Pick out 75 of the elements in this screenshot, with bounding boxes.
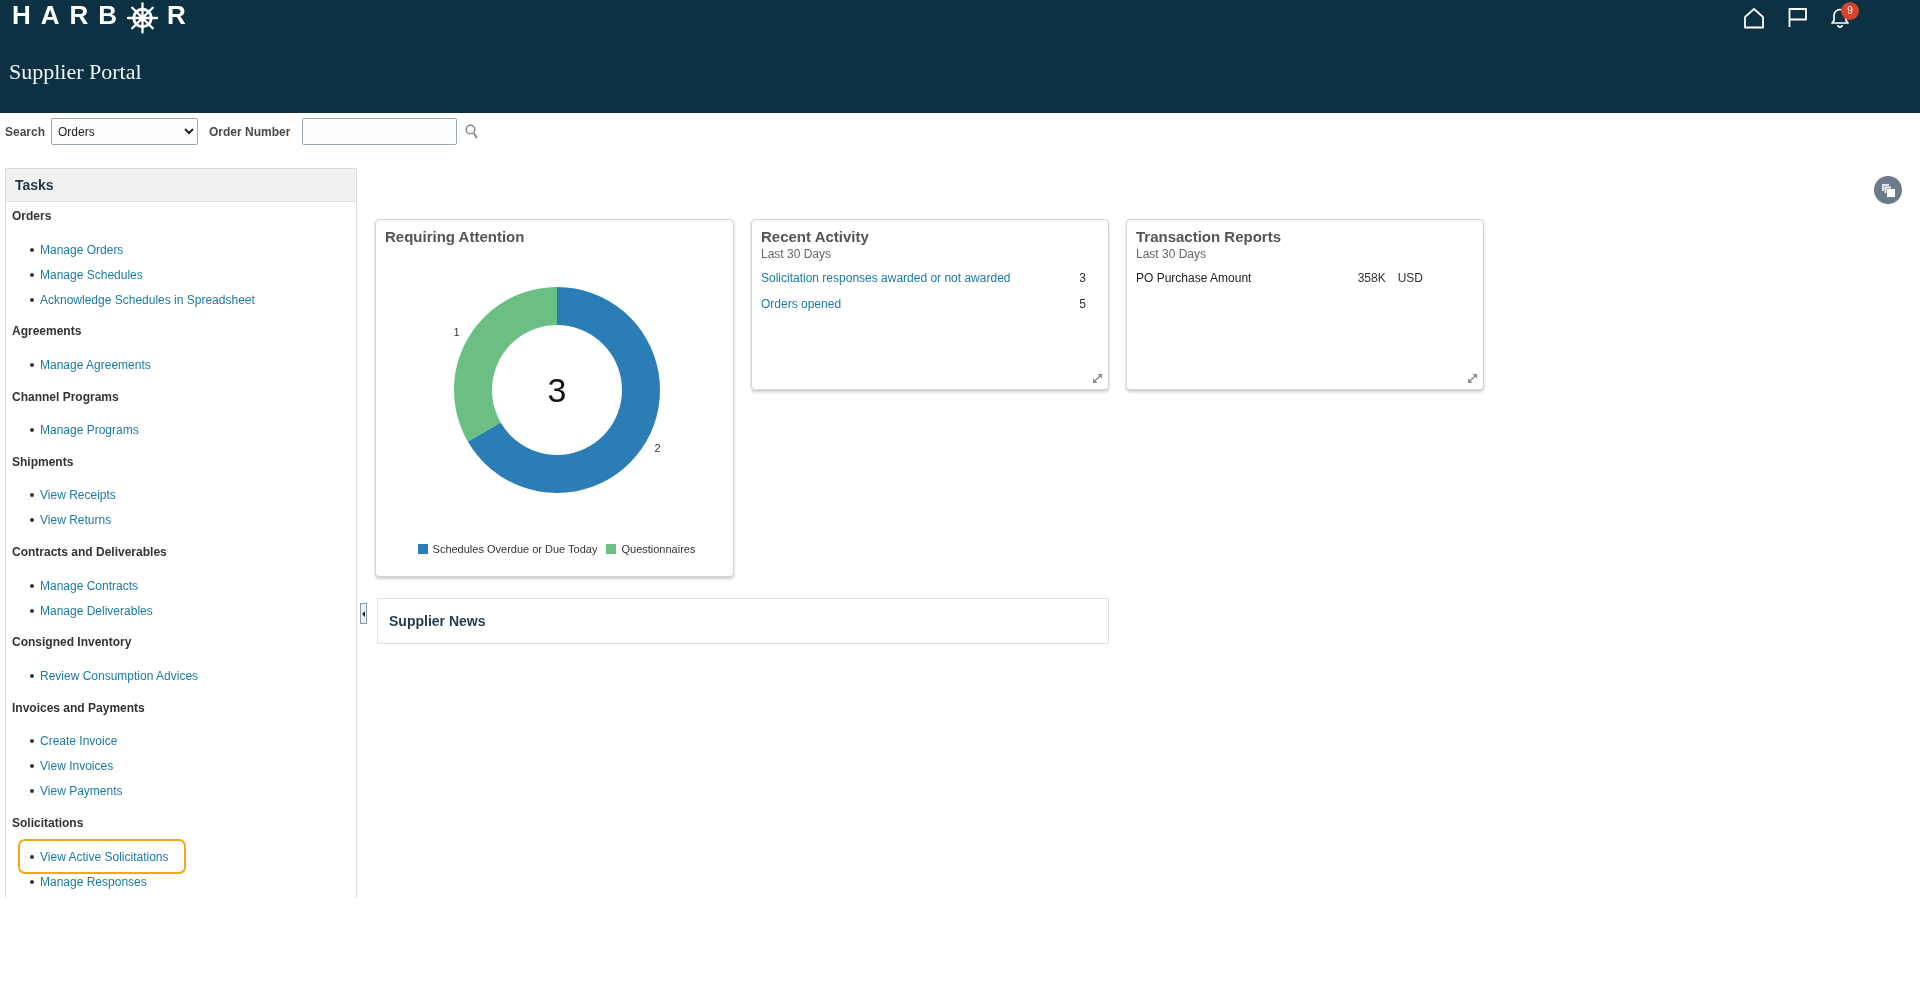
bullet-icon [30,674,34,678]
task-link[interactable]: Acknowledge Schedules in Spreadsheet [40,291,255,308]
bullet-icon [30,739,34,744]
portal-title: Supplier Portal [9,59,143,85]
legend-label: Questionnaires [621,542,696,556]
search-category-select[interactable]: Orders [51,118,199,145]
task-link[interactable]: View Receipts [40,487,116,504]
row-unit: USD [1397,270,1423,286]
search-label: Search [5,123,46,141]
task-group-heading: Contracts and Deliverables [12,544,168,561]
stacked-squares-icon [1881,183,1895,197]
home-icon[interactable] [1743,7,1765,29]
row-value: 5 [1079,296,1086,312]
order-number-field[interactable] [302,118,458,145]
collapse-handle[interactable] [360,603,367,624]
panel-title: Supplier News [389,612,487,631]
task-group-heading: Orders [12,208,53,224]
bullet-icon [30,789,34,794]
expand-icon[interactable] [1092,373,1103,384]
bullet-icon [30,297,34,302]
activity-link[interactable]: Orders opened [761,296,842,312]
task-group-heading: Agreements [12,323,83,340]
task-link[interactable]: Manage Programs [40,422,139,439]
legend-label: Schedules Overdue or Due Today [432,542,598,556]
bullet-icon [30,608,34,613]
task-link[interactable]: Review Consumption Advices [40,668,199,684]
panel-title: Tasks [15,176,55,195]
task-link[interactable]: View Returns [40,512,112,529]
report-label: PO Purchase Amount [1136,270,1252,286]
card-title: Recent Activity [761,227,870,247]
task-link[interactable]: Manage Agreements [40,356,151,373]
data-label: 1 [452,326,460,338]
expand-icon[interactable] [1467,373,1478,384]
task-link[interactable]: Manage Deliverables [40,602,153,619]
flag-icon[interactable] [1787,7,1808,28]
task-link[interactable]: Manage Contracts [40,577,139,594]
notification-badge: 9 [1841,2,1859,20]
logo-text: R [167,0,186,30]
bullet-icon [30,493,34,498]
task-group-heading: Shipments [12,453,75,470]
task-group-heading: Consigned Inventory [12,634,133,651]
bullet-icon [30,272,34,277]
task-group-heading: Invoices and Payments [12,699,146,716]
bullet-icon [30,854,34,859]
activity-link[interactable]: Solicitation responses awarded or not awarded [761,270,1011,286]
card-title: Transaction Reports [1136,227,1283,247]
row-value: 3 [1079,270,1086,286]
task-group-heading: Solicitations [12,815,85,832]
bullet-icon [30,583,34,588]
card-subtitle: Last 30 Days [1136,247,1208,261]
row-value: 358K [1357,270,1386,286]
task-group-heading: Channel Programs [12,388,120,405]
task-link[interactable]: View Payments [40,783,123,800]
task-link[interactable]: Manage Orders [40,241,124,258]
logo-text: HARB [12,0,128,30]
task-link[interactable]: View Invoices [40,758,114,775]
bullet-icon [30,247,34,252]
card-subtitle: Last 30 Days [761,247,833,261]
search-icon[interactable] [465,124,479,139]
caret-left-icon [362,610,365,617]
donut-total: 3 [547,371,566,409]
task-link[interactable]: Create Invoice [40,733,118,750]
field-label: Order Number [209,123,291,141]
bullet-icon [30,518,34,523]
task-link[interactable]: View Active Solicitations [40,848,169,865]
bullet-icon [30,428,34,433]
stack-button[interactable] [1874,176,1902,204]
data-label: 2 [653,442,661,454]
bullet-icon [30,764,34,769]
task-link[interactable]: Manage Schedules [40,266,143,283]
card-title: Requiring Attention [385,227,526,247]
task-link[interactable]: Manage Responses [40,873,147,890]
bullet-icon [30,879,34,884]
bullet-icon [30,362,34,367]
ship-wheel-icon [127,0,159,36]
